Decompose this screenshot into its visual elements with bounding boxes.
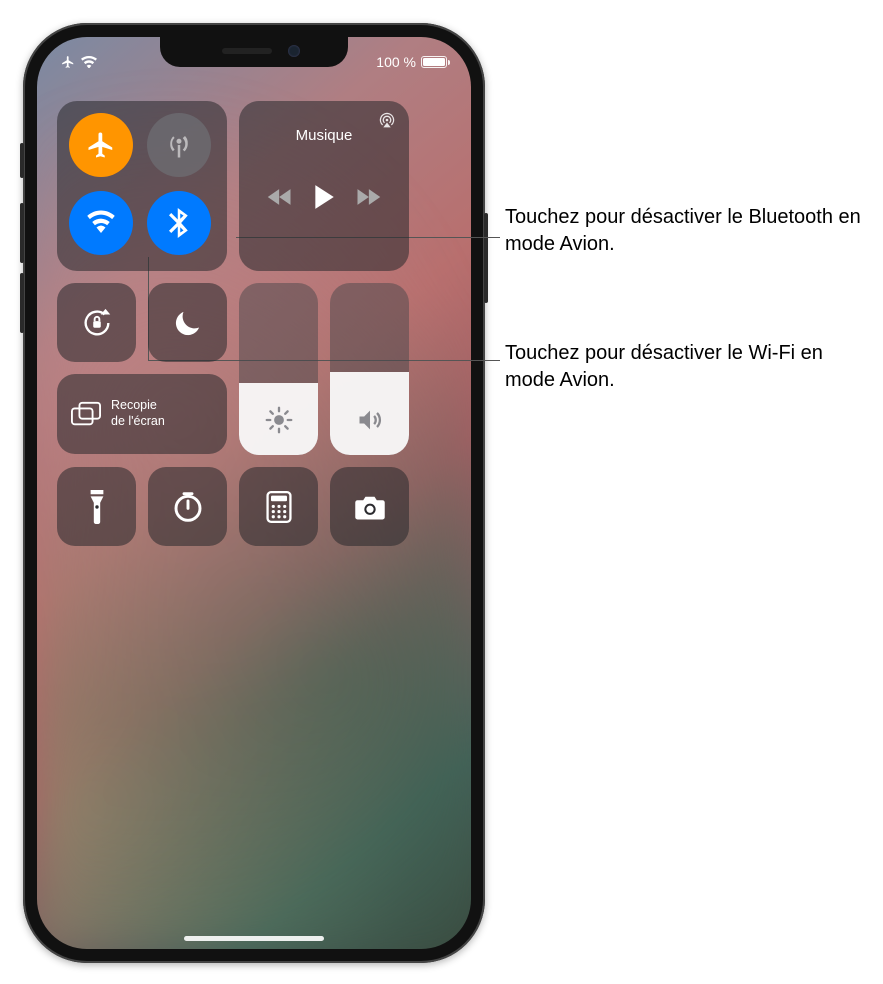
volume-down-button — [20, 273, 24, 333]
calculator-icon — [266, 491, 292, 523]
airplane-status-icon — [61, 55, 75, 69]
music-title-label: Musique — [251, 127, 397, 144]
orientation-lock-toggle[interactable] — [57, 283, 136, 362]
screen: 100 % — [37, 37, 471, 949]
bluetooth-icon — [167, 208, 191, 238]
callout-wifi: Touchez pour désactiver le Wi-Fi en mode… — [505, 340, 865, 394]
notch — [160, 37, 348, 67]
music-module[interactable]: Musique — [239, 101, 409, 271]
iphone-frame: 100 % — [23, 23, 485, 963]
wifi-status-icon — [81, 56, 97, 68]
battery-icon — [421, 56, 447, 68]
next-track-button[interactable] — [354, 187, 382, 212]
camera-button[interactable] — [330, 467, 409, 546]
do-not-disturb-toggle[interactable] — [148, 283, 227, 362]
screen-mirroring-label: Recopie de l'écran — [111, 398, 165, 429]
flashlight-button[interactable] — [57, 467, 136, 546]
wifi-toggle[interactable] — [69, 191, 133, 255]
bluetooth-toggle[interactable] — [147, 191, 211, 255]
volume-up-button — [20, 203, 24, 263]
screen-mirroring-icon — [71, 401, 101, 427]
cellular-antenna-icon — [164, 130, 194, 160]
cellular-data-toggle[interactable] — [147, 113, 211, 177]
home-indicator[interactable] — [184, 936, 324, 941]
play-button[interactable] — [312, 184, 336, 215]
previous-track-button[interactable] — [266, 187, 294, 212]
orientation-lock-icon — [80, 306, 114, 340]
calculator-button[interactable] — [239, 467, 318, 546]
callout-bluetooth: Touchez pour désactiver le Bluetooth en … — [505, 204, 875, 258]
timer-icon — [172, 491, 204, 523]
mute-switch — [20, 143, 24, 178]
battery-percent-label: 100 % — [376, 54, 416, 70]
volume-icon — [356, 406, 384, 439]
timer-button[interactable] — [148, 467, 227, 546]
connectivity-module[interactable] — [57, 101, 227, 271]
volume-slider[interactable] — [330, 283, 409, 455]
power-button — [484, 213, 488, 303]
screen-mirroring-button[interactable]: Recopie de l'écran — [57, 374, 227, 454]
wifi-icon — [86, 208, 116, 238]
airplay-icon[interactable] — [377, 111, 397, 134]
flashlight-icon — [88, 490, 106, 524]
airplane-icon — [86, 130, 116, 160]
control-center: Musique — [57, 101, 451, 558]
brightness-slider[interactable] — [239, 283, 318, 455]
brightness-icon — [265, 406, 293, 439]
camera-icon — [353, 493, 387, 521]
airplane-mode-toggle[interactable] — [69, 113, 133, 177]
moon-icon — [172, 307, 204, 339]
